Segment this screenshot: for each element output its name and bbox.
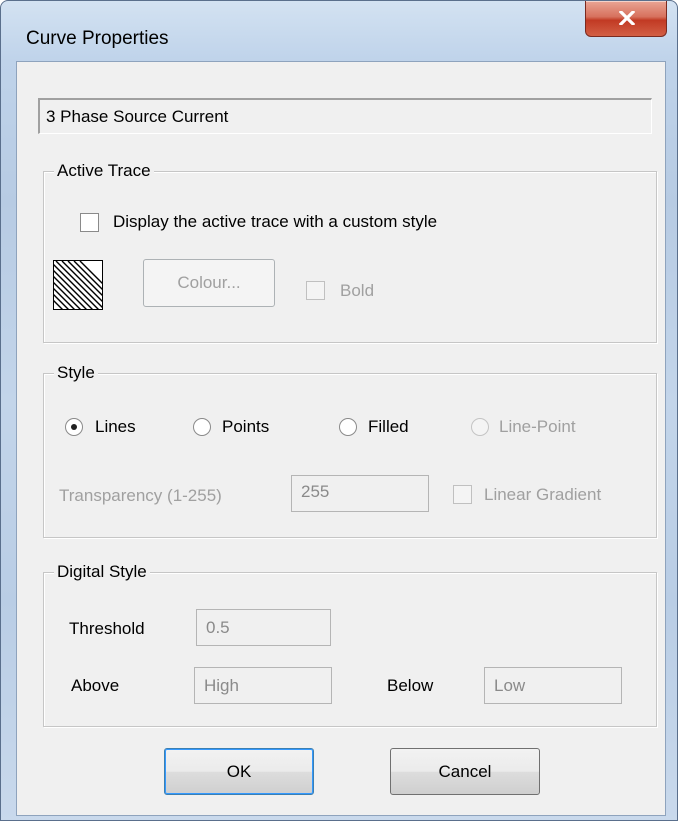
- style-group: Style: [43, 363, 657, 538]
- above-input[interactable]: High: [194, 667, 332, 704]
- threshold-input[interactable]: 0.5: [196, 609, 331, 646]
- style-radio-points[interactable]: [193, 418, 211, 436]
- bold-label[interactable]: Bold: [340, 281, 374, 301]
- style-option-lines[interactable]: Lines: [95, 417, 136, 437]
- title-bar[interactable]: Curve Properties: [1, 1, 677, 51]
- dialog-client-area: 3 Phase Source Current Active Trace Disp…: [16, 61, 666, 816]
- cancel-button[interactable]: Cancel: [390, 748, 540, 795]
- style-option-line-point[interactable]: Line-Point: [499, 417, 576, 437]
- below-label: Below: [387, 676, 434, 695]
- custom-style-checkbox[interactable]: [80, 213, 99, 232]
- digital-style-legend: Digital Style: [54, 562, 150, 582]
- style-radio-line-point[interactable]: [471, 418, 489, 436]
- linear-gradient-label[interactable]: Linear Gradient: [484, 485, 601, 505]
- style-radio-lines[interactable]: [65, 418, 83, 436]
- style-option-points[interactable]: Points: [222, 417, 269, 437]
- active-trace-legend: Active Trace: [54, 161, 154, 181]
- style-legend: Style: [54, 363, 98, 383]
- custom-style-label[interactable]: Display the active trace with a custom s…: [113, 212, 437, 232]
- style-option-filled[interactable]: Filled: [368, 417, 409, 437]
- ok-button[interactable]: OK: [164, 748, 314, 795]
- hatch-pattern-swatch: [53, 260, 103, 310]
- transparency-input[interactable]: 255: [291, 475, 429, 512]
- curve-name-field[interactable]: 3 Phase Source Current: [38, 98, 652, 134]
- active-trace-group: Active Trace: [43, 161, 657, 343]
- close-button[interactable]: [585, 1, 667, 37]
- colour-button[interactable]: Colour...: [143, 259, 275, 307]
- style-radio-filled[interactable]: [339, 418, 357, 436]
- linear-gradient-checkbox[interactable]: [453, 485, 472, 504]
- dialog-window: Curve Properties 3 Phase Source Current …: [0, 0, 678, 821]
- window-title: Curve Properties: [26, 28, 169, 49]
- below-input[interactable]: Low: [484, 667, 622, 704]
- radio-selected-dot: [71, 424, 77, 430]
- threshold-label: Threshold: [69, 619, 145, 638]
- above-label: Above: [71, 676, 120, 695]
- transparency-label: Transparency (1-255): [59, 486, 222, 505]
- bold-checkbox[interactable]: [306, 281, 325, 300]
- close-icon: [619, 11, 635, 25]
